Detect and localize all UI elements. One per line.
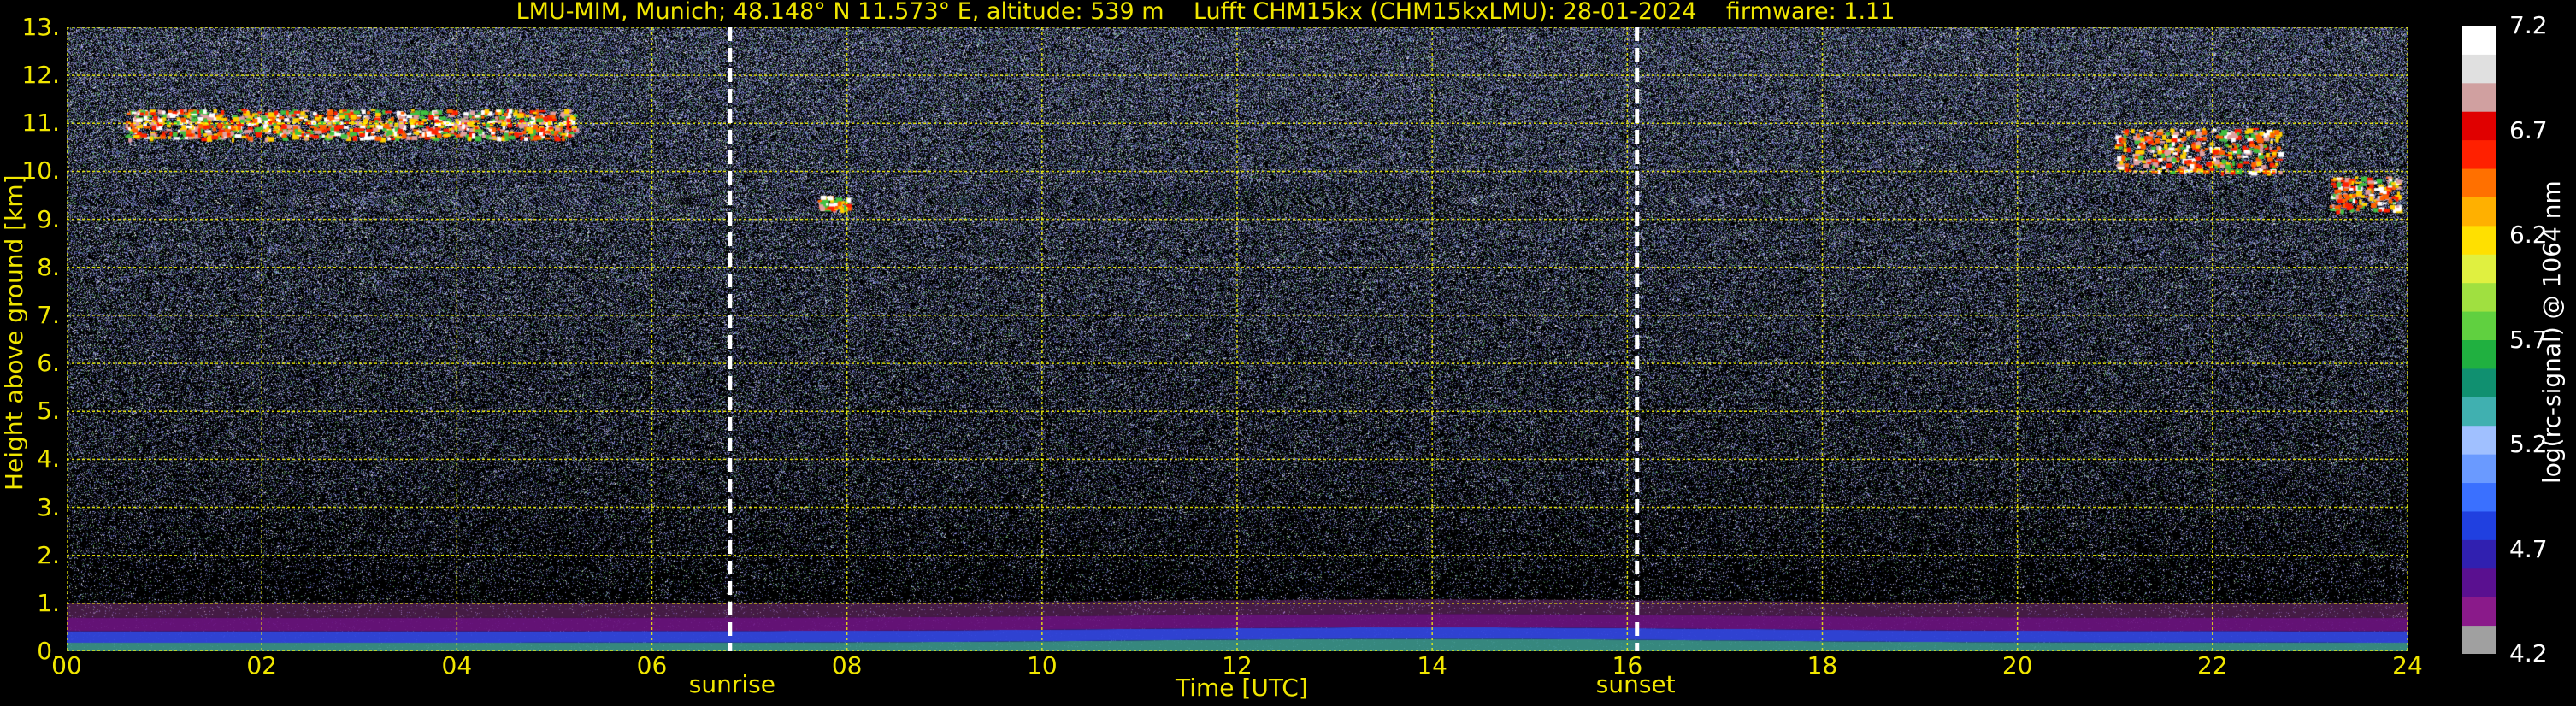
x-tick-label: 00 <box>51 651 82 680</box>
colorbar-segment <box>2462 168 2496 197</box>
colorbar-segment <box>2462 225 2496 255</box>
colorbar-label: log(rc-signal) @ 1064 nm <box>2538 180 2566 484</box>
colorbar-segment <box>2462 282 2496 312</box>
colorbar-tick-label: 4.7 <box>2509 534 2548 563</box>
x-tick-label: 02 <box>246 651 277 680</box>
sunrise-label: sunrise <box>688 670 775 698</box>
colorbar-segment <box>2462 111 2496 141</box>
y-tick-label: 1. <box>37 588 60 617</box>
x-tick-label: 22 <box>2197 651 2228 680</box>
colorbar-segment <box>2462 597 2496 627</box>
x-axis-label: Time [UTC] <box>1176 674 1308 702</box>
colorbar-segment <box>2462 139 2496 169</box>
sunset-label: sunset <box>1595 670 1676 698</box>
plot-area <box>67 27 2408 651</box>
colorbar-segment <box>2462 311 2496 340</box>
colorbar-segment <box>2462 26 2496 55</box>
colorbar-segment <box>2462 339 2496 369</box>
chart-title: LMU-MIM, Munich; 48.148° N 11.573° E, al… <box>516 0 1895 25</box>
colorbar-segment <box>2462 568 2496 597</box>
y-tick-label: 11. <box>21 109 60 138</box>
y-tick-label: 13. <box>21 13 60 41</box>
colorbar-segment <box>2462 368 2496 397</box>
colorbar <box>2462 26 2496 654</box>
y-tick-label: 3. <box>37 492 60 521</box>
colorbar-tick-label: 4.2 <box>2509 639 2548 668</box>
x-tick-label: 24 <box>2392 651 2423 680</box>
colorbar-segment <box>2462 425 2496 455</box>
y-axis-label: Height above ground [km] <box>0 174 28 491</box>
x-tick-label: 06 <box>636 651 668 680</box>
colorbar-segment <box>2462 54 2496 84</box>
colorbar-segment <box>2462 197 2496 227</box>
y-tick-label: 2. <box>37 540 60 569</box>
x-tick-label: 18 <box>1807 651 1838 680</box>
x-tick-label: 10 <box>1027 651 1058 680</box>
x-tick-label: 14 <box>1417 651 1447 680</box>
colorbar-segment <box>2462 482 2496 512</box>
x-tick-label: 08 <box>831 651 863 680</box>
plot-overlay <box>67 27 2408 651</box>
colorbar-segment <box>2462 397 2496 427</box>
x-tick-label: 20 <box>2001 651 2033 680</box>
x-tick-label: 04 <box>441 651 473 680</box>
colorbar-tick-label: 6.7 <box>2509 115 2548 144</box>
colorbar-tick-label: 7.2 <box>2509 11 2548 39</box>
colorbar-segment <box>2462 510 2496 540</box>
colorbar-segment <box>2462 82 2496 112</box>
colorbar-segment <box>2462 454 2496 484</box>
y-tick-label: 12. <box>21 61 60 90</box>
colorbar-segment <box>2462 254 2496 284</box>
colorbar-segment <box>2462 625 2496 654</box>
colorbar-segment <box>2462 539 2496 569</box>
